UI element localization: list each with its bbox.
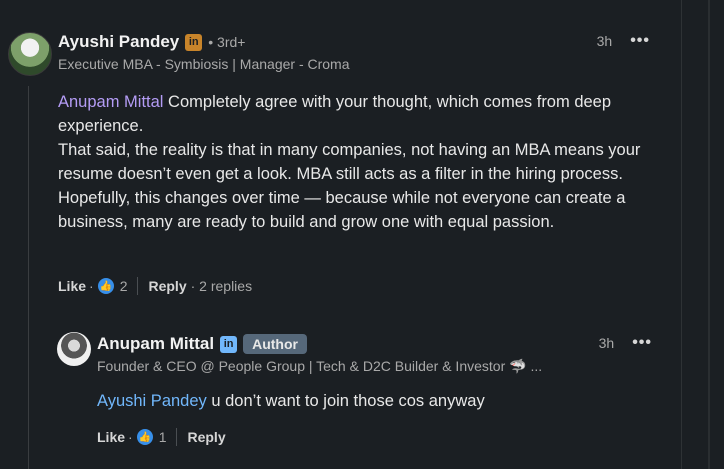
author-name[interactable]: Anupam Mittal	[97, 334, 214, 354]
mention-link[interactable]: Anupam Mittal	[58, 93, 163, 111]
divider	[176, 428, 178, 446]
divider	[137, 277, 139, 295]
author-headline: Executive MBA - Symbiosis | Manager - Cr…	[58, 56, 350, 72]
thread-line	[28, 86, 29, 469]
reply-text: Ayushi Pandey u don’t want to join those…	[97, 392, 485, 411]
reply-button[interactable]: Reply	[148, 278, 186, 294]
comment-actions: Like · 👍 2 Reply · 2 replies	[58, 277, 252, 295]
timestamp: 3h	[598, 335, 615, 351]
avatar[interactable]	[57, 332, 91, 366]
comment-text: Anupam Mittal Completely agree with your…	[58, 90, 668, 234]
reply-button[interactable]: Reply	[187, 429, 225, 445]
like-button[interactable]: Like	[58, 278, 86, 294]
author-name[interactable]: Ayushi Pandey	[58, 32, 179, 52]
timestamp: 3h	[596, 33, 613, 49]
reply-actions: Like · 👍 1 Reply	[97, 428, 226, 446]
more-options-icon[interactable]: •••	[630, 32, 650, 50]
linkedin-icon: in	[185, 33, 203, 51]
reaction-count[interactable]: 2	[120, 278, 128, 294]
author-row: Anupam Mittal in Author	[97, 334, 307, 354]
avatar[interactable]	[8, 32, 52, 76]
reply-text-content: u don’t want to join those cos anyway	[206, 392, 485, 410]
linkedin-icon: in	[220, 335, 238, 353]
comment-meta: 3h •••	[599, 334, 652, 352]
separator-dot: ·	[128, 429, 133, 445]
scrollbar-track[interactable]	[708, 0, 710, 469]
like-reaction-icon[interactable]: 👍	[97, 278, 114, 294]
mention-link[interactable]: Ayushi Pandey	[97, 392, 207, 410]
author-headline: Founder & CEO @ People Group | Tech & D2…	[97, 358, 543, 374]
separator-dot: ·	[89, 278, 94, 294]
reaction-count[interactable]: 1	[159, 429, 167, 445]
comment-meta: 3h •••	[597, 32, 650, 50]
author-badge: Author	[243, 334, 307, 354]
comment-paragraph: That said, the reality is that in many c…	[58, 141, 641, 183]
connection-degree: • 3rd+	[208, 34, 246, 50]
right-scroll-panel[interactable]	[681, 0, 724, 469]
author-row: Ayushi Pandey in • 3rd+	[58, 32, 245, 52]
more-options-icon[interactable]: •••	[632, 334, 652, 352]
replies-count[interactable]: · 2 replies	[191, 278, 252, 294]
like-reaction-icon[interactable]: 👍	[136, 429, 153, 445]
comment-paragraph: Hopefully, this changes over time — beca…	[58, 189, 626, 231]
like-button[interactable]: Like	[97, 429, 125, 445]
